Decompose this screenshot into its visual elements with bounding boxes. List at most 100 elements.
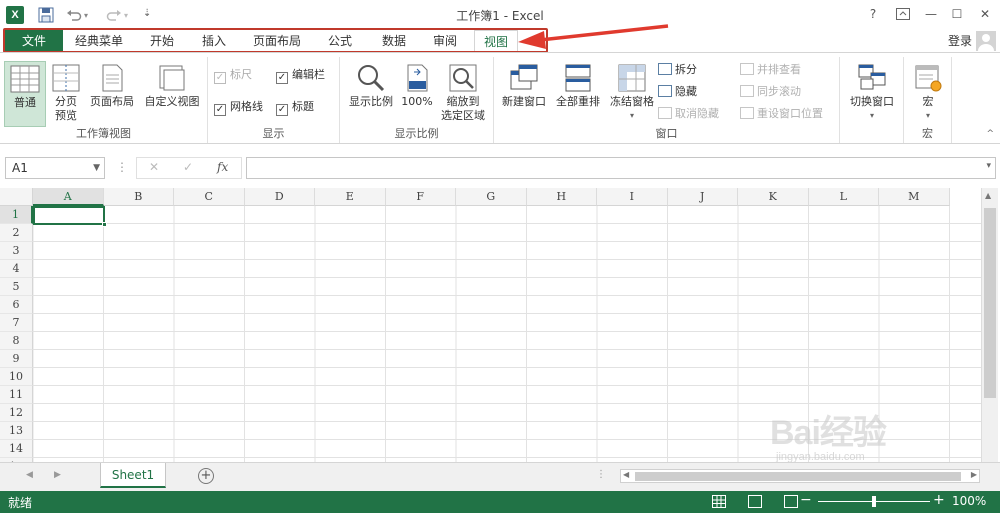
freeze-panes-button[interactable]: 冻结窗格 ▾ [606,61,658,123]
enter-icon[interactable]: ✓ [183,160,193,174]
view-side-by-side-button[interactable]: 并排查看 [740,61,801,79]
column-header[interactable]: L [808,188,879,206]
row-header[interactable]: 5 [0,278,33,296]
normal-view-button[interactable]: 普通 [4,61,46,127]
column-header[interactable]: H [526,188,597,206]
tab-split-grip-icon[interactable]: ⋮ [596,469,606,480]
horizontal-scroll-thumb[interactable] [635,472,961,481]
zoom-slider-thumb[interactable] [872,496,876,507]
page-break-status-icon[interactable] [784,495,798,508]
scroll-left-icon[interactable]: ◀ [623,470,629,479]
formula-input[interactable]: ▾ [246,157,996,179]
column-header[interactable]: K [738,188,809,206]
name-box-value: A1 [12,161,28,175]
zoom-button[interactable]: 显示比例 [344,61,398,109]
formula-bar-checkbox[interactable]: ✓ 编辑栏 [276,67,325,84]
maximize-button[interactable]: ☐ [946,4,968,24]
zoom-to-selection-button[interactable]: 缩放到 选定区域 [436,61,490,123]
scroll-up-icon[interactable]: ▲ [985,191,991,200]
column-header[interactable]: A [33,188,104,206]
normal-view-status-icon[interactable] [712,495,726,508]
column-header[interactable]: D [244,188,315,206]
select-all-corner[interactable] [0,188,33,206]
customize-quick-access-icon[interactable]: ⇣ [143,8,159,24]
custom-views-button[interactable]: 自定义视图 [140,61,204,109]
arrange-all-button[interactable]: 全部重排 [552,61,604,109]
unhide-button[interactable]: 取消隐藏 [658,105,719,123]
sign-in-link[interactable]: 登录 [948,32,972,49]
row-header[interactable]: 7 [0,314,33,332]
headings-check-icon: ✓ [276,104,288,116]
row-header[interactable]: 2 [0,224,33,242]
split-icon [658,63,672,75]
ruler-check-icon: ✓ [214,72,226,84]
gridlines-checkbox[interactable]: ✓ 网格线 [214,99,263,116]
zoom-100-button[interactable]: 100% [400,61,434,109]
prev-sheet-icon[interactable]: ◀ [26,470,33,480]
row-header[interactable]: 11 [0,386,33,404]
zoom-level[interactable]: 100% [952,494,986,508]
ruler-checkbox[interactable]: ✓ 标尺 [214,67,252,84]
scroll-right-icon[interactable]: ▶ [971,470,977,479]
row-header[interactable]: 13 [0,422,33,440]
minimize-button[interactable]: — [920,4,942,24]
hide-button[interactable]: 隐藏 [658,83,697,101]
avatar[interactable] [976,31,996,51]
row-header[interactable]: 9 [0,350,33,368]
page-layout-status-icon[interactable] [748,495,762,508]
next-sheet-icon[interactable]: ▶ [54,470,61,480]
row-header[interactable]: 6 [0,296,33,314]
undo-dropdown-icon[interactable]: ▾ [84,11,100,27]
row-header[interactable]: 12 [0,404,33,422]
gridlines-check-icon: ✓ [214,104,226,116]
row-header[interactable]: 8 [0,332,33,350]
reset-window-position-button[interactable]: 重设窗口位置 [740,105,823,123]
expand-formula-icon[interactable]: ▾ [986,161,991,171]
sheet-tab-sheet1[interactable]: Sheet1 [100,463,166,488]
row-header[interactable]: 3 [0,242,33,260]
column-header[interactable]: B [103,188,174,206]
row-header[interactable]: 4 [0,260,33,278]
split-button[interactable]: 拆分 [658,61,697,79]
undo-icon[interactable] [66,7,82,23]
column-header[interactable]: F [385,188,456,206]
synchronous-scrolling-button[interactable]: 同步滚动 [740,83,801,101]
column-header[interactable]: J [667,188,738,206]
name-box[interactable]: A1 ▼ [5,157,105,179]
active-cell[interactable] [33,206,107,227]
page-break-preview-button[interactable]: 分页 预览 [48,61,84,123]
row-header[interactable]: 10 [0,368,33,386]
insert-function-icon[interactable]: fx [217,160,228,174]
column-header[interactable]: G [456,188,527,206]
vertical-scrollbar[interactable]: ▲ [981,188,998,462]
column-header[interactable]: M [879,188,950,206]
redo-dropdown-icon[interactable]: ▾ [124,11,140,27]
row-header[interactable]: 1 [0,206,33,224]
save-icon[interactable] [38,7,54,23]
ribbon-display-options-icon[interactable] [892,4,914,24]
column-header[interactable]: I [597,188,668,206]
column-header[interactable]: E [315,188,386,206]
redo-icon[interactable] [106,7,122,23]
switch-windows-button[interactable]: 切换窗口 ▾ [844,61,900,123]
column-header[interactable]: C [174,188,245,206]
macros-button[interactable]: 宏 ▾ [908,61,948,123]
collapse-ribbon-icon[interactable]: ^ [986,129,994,139]
fill-handle[interactable] [102,222,107,227]
add-sheet-icon[interactable]: + [198,468,214,484]
headings-checkbox[interactable]: ✓ 标题 [276,99,314,116]
close-button[interactable]: ✕ [974,4,996,24]
formula-bar-grip-icon[interactable]: ⋮ [116,160,128,174]
name-box-dropdown-icon[interactable]: ▼ [93,158,100,178]
vertical-scroll-thumb[interactable] [984,208,996,398]
sync-scroll-icon [740,85,754,97]
row-header[interactable]: 14 [0,440,33,458]
cancel-icon[interactable]: ✕ [149,160,159,174]
zoom-out-button[interactable]: − [800,492,812,508]
horizontal-scrollbar[interactable]: ◀ ▶ [620,469,980,483]
freeze-panes-label: 冻结窗格 [610,95,654,108]
new-window-button[interactable]: 新建窗口 [498,61,550,109]
zoom-in-button[interactable]: + [933,492,945,508]
help-button[interactable]: ? [862,4,884,24]
page-layout-view-button[interactable]: 页面布局 [86,61,138,109]
